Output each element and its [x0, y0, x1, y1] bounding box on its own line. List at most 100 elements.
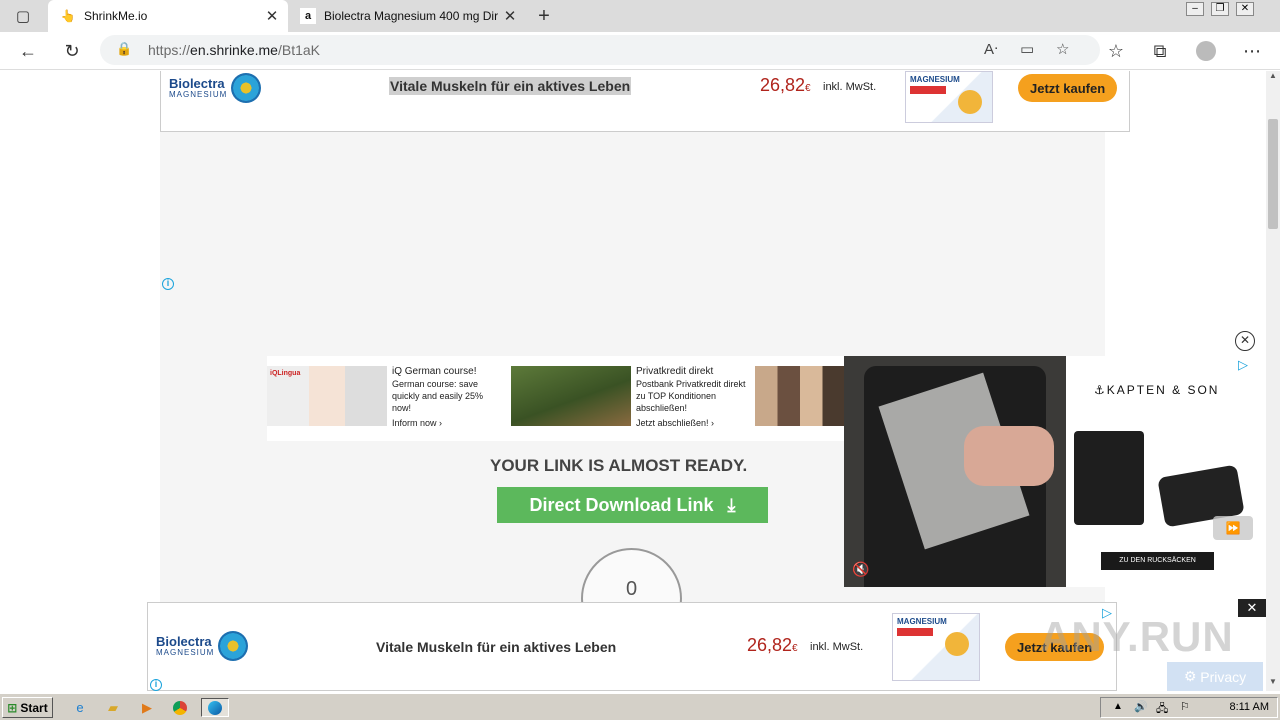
backpack-product-image [1074, 431, 1144, 525]
amazon-icon: a [300, 8, 316, 24]
ad-cta[interactable]: Inform now › [392, 417, 502, 429]
ad-body: Postbank Privatkredit direkt zu TOP Kond… [636, 379, 746, 413]
bottom-ad-banner[interactable]: Biolectra MAGNESIUM Vitale Muskeln für ei… [147, 602, 1117, 691]
scroll-down-icon[interactable]: ▼ [1266, 677, 1280, 689]
tab-label: Biolectra Magnesium 400 mg Dir [324, 9, 499, 23]
download-icon: ⤓ [727, 494, 736, 515]
address-bar[interactable]: 🔒 https://en.shrinke.me/Bt1aK Aᐧ ▭ ☆ [100, 35, 1100, 65]
close-tab-icon[interactable]: ✕ [262, 7, 282, 25]
ad-body: German course: save quickly and easily 2… [392, 379, 484, 413]
ad-third[interactable] [755, 366, 845, 426]
brand-name: Biolectra [169, 76, 225, 91]
ad-info-icon[interactable]: i [162, 278, 174, 290]
folder-icon[interactable]: ▰ [102, 698, 124, 717]
iqlingua-logo: iQLingua [270, 370, 301, 377]
close-video-ad-icon[interactable]: ✕ [1235, 331, 1255, 351]
chrome-icon[interactable] [169, 698, 191, 717]
add-favorite-icon[interactable]: ☆ [1056, 40, 1069, 58]
reader-view-icon[interactable]: ▭ [1020, 40, 1034, 58]
new-tab-icon[interactable]: + [529, 1, 559, 31]
tax-note: inkl. MwSt. [810, 641, 864, 653]
tray-arrow-icon[interactable]: ▲ [1113, 701, 1123, 712]
read-aloud-icon[interactable]: Aᐧ [984, 40, 998, 58]
tab-amazon[interactable]: a Biolectra Magnesium 400 mg Dir ✕ [288, 0, 526, 32]
download-label: Direct Download Link [529, 494, 714, 515]
ad-iq-german[interactable]: iQLingua iQ German course! German course… [267, 366, 502, 429]
native-ads-row: iQLingua iQ German course! German course… [267, 356, 845, 441]
ad-info-icon[interactable]: i [150, 679, 162, 691]
ad-cta-label: Jetzt abschließen! [636, 418, 709, 428]
direct-download-button[interactable]: Direct Download Link ⤓ [497, 487, 768, 523]
brand-logo-icon [218, 631, 249, 661]
flag-icon[interactable]: ⚐ [1180, 700, 1190, 713]
ad-price: 26,82€ [760, 75, 811, 96]
ad-price: 26,82€ [747, 635, 798, 656]
price-value: 26,82 [747, 635, 793, 655]
url-text[interactable]: https://en.shrinke.me/Bt1aK [148, 42, 320, 58]
countdown-value: 0 [625, 578, 638, 600]
top-ad-banner[interactable]: Biolectra MAGNESIUM Vitale Muskeln für ei… [160, 71, 1130, 132]
close-tab-icon[interactable]: ✕ [500, 7, 520, 25]
brand-name: Biolectra [156, 634, 212, 649]
menu-icon[interactable]: ⋯ [1237, 36, 1267, 66]
tab-shrinkme[interactable]: 👆 ShrinkMe.io ✕ [48, 0, 288, 32]
windows-taskbar: ⊞ Start e ▰ ▶ ▲ 🔊 🖧 ⚐ 8:11 AM [0, 693, 1280, 720]
ad-cta[interactable]: Jetzt abschließen! › [636, 417, 746, 429]
price-currency: € [805, 83, 811, 94]
refresh-icon[interactable]: ↻ [57, 36, 87, 66]
page-scrollbar[interactable]: ▲ ▼ [1266, 71, 1280, 691]
minimize-icon[interactable]: – [1186, 2, 1204, 16]
brand-sub: MAGNESIUM [156, 648, 215, 657]
video-ad[interactable]: 🔇 [844, 356, 1066, 587]
kapten-son-logo: ⚓KAPTEN & SON [1094, 383, 1220, 397]
product-package: MAGNESIUM [892, 613, 980, 681]
volume-icon[interactable]: 🔊 [1134, 700, 1148, 713]
hand-icon: 👆 [60, 9, 76, 23]
ie-icon[interactable]: e [69, 698, 91, 717]
ad-slogan: Vitale Muskeln für ein aktives Leben [376, 639, 617, 655]
package-label: MAGNESIUM [910, 75, 960, 84]
profile-avatar[interactable] [1191, 36, 1221, 66]
ad-image: iQLingua [267, 366, 387, 426]
ad-cta-label: Inform now [392, 418, 437, 428]
collections-icon[interactable]: ⧉ [1145, 36, 1175, 66]
back-icon[interactable]: ← [13, 36, 43, 66]
edge-icon[interactable] [201, 698, 229, 717]
scroll-thumb[interactable] [1268, 119, 1278, 229]
price-value: 26,82 [760, 75, 806, 95]
ad-privatkredit[interactable]: Privatkredit direkt Postbank Privatkredi… [511, 366, 746, 429]
start-label: Start [20, 700, 48, 715]
kapten-son-ad[interactable]: ⚓KAPTEN & SON ZU DEN RUCKSÄCKEN ⏩ [1066, 356, 1266, 587]
close-window-icon[interactable]: ✕ [1236, 2, 1254, 16]
clock: 8:11 AM [1229, 701, 1269, 713]
product-package: MAGNESIUM [905, 71, 993, 123]
to-backpacks-button[interactable]: ZU DEN RUCKSÄCKEN [1101, 552, 1214, 570]
url-scheme: https:// [148, 42, 191, 58]
anyrun-watermark: ANY.RUN [1040, 613, 1234, 660]
restore-icon[interactable]: ❐ [1211, 2, 1229, 16]
ad-image [755, 366, 845, 426]
start-button[interactable]: ⊞ Start [2, 697, 53, 718]
windows-logo-icon: ⊞ [7, 700, 18, 715]
skip-forward-icon[interactable]: ⏩ [1213, 516, 1253, 540]
biolectra-logo: Biolectra MAGNESIUM [169, 73, 262, 103]
tab-actions-icon[interactable]: ▢ [8, 1, 38, 31]
lock-icon: 🔒 [116, 41, 133, 56]
close-bottom-ad-button[interactable]: ✕ [1238, 599, 1266, 617]
adchoices-icon[interactable]: ▷ [1238, 357, 1248, 373]
scroll-up-icon[interactable]: ▲ [1266, 71, 1280, 83]
buy-now-button[interactable]: Jetzt kaufen [1018, 74, 1118, 102]
mute-icon[interactable]: 🔇 [852, 561, 869, 578]
media-player-icon[interactable]: ▶ [136, 698, 158, 717]
url-host: en.shrinke.me [190, 42, 278, 58]
network-icon[interactable]: 🖧 [1156, 700, 1168, 719]
package-label: MAGNESIUM [897, 617, 947, 626]
page-viewport: Biolectra MAGNESIUM Vitale Muskeln für ei… [0, 71, 1266, 691]
favorites-icon[interactable]: ☆ [1101, 36, 1131, 66]
link-ready-heading: YOUR LINK IS ALMOST READY. [490, 456, 748, 475]
system-tray: ▲ 🔊 🖧 ⚐ 8:11 AM [1100, 697, 1278, 718]
privacy-label: Privacy [1200, 668, 1247, 685]
privacy-button[interactable]: ⚙ Privacy [1167, 662, 1263, 691]
ad-slogan: Vitale Muskeln für ein aktives Leben [389, 77, 632, 95]
tax-note: inkl. MwSt. [823, 81, 877, 93]
